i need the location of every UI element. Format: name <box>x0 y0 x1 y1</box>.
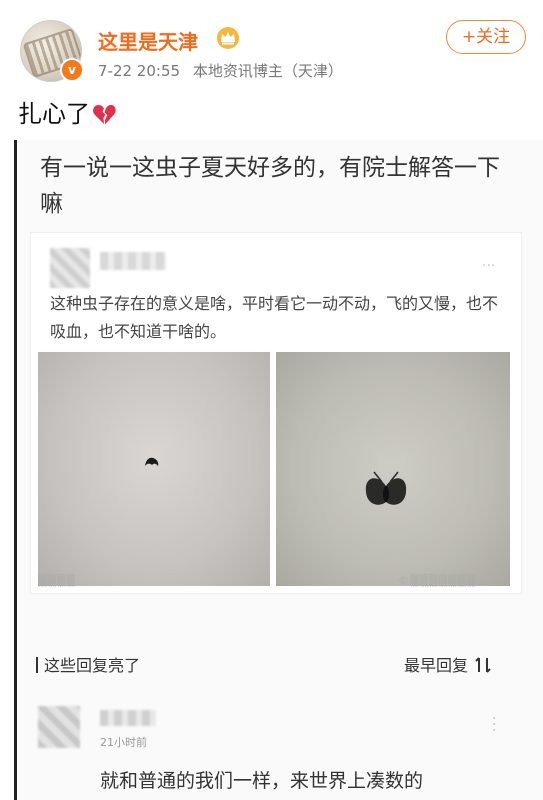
post-text-content: 扎心了 <box>18 100 90 128</box>
sort-button[interactable]: 最早回复 <box>404 652 494 676</box>
comment-more-icon: · · · <box>492 711 497 739</box>
quote-bar <box>14 140 17 800</box>
blurred-username <box>100 252 166 270</box>
username[interactable]: 这里是天津 <box>98 26 198 55</box>
watermark-right: ©▒▒▒▒▒▒▒ <box>398 574 477 587</box>
verified-icon: v <box>60 58 84 82</box>
replies-section-header: 这些回复亮了 <box>36 652 140 676</box>
comment-avatar <box>38 706 80 748</box>
broken-heart-icon <box>93 105 116 125</box>
moth-image <box>365 471 407 505</box>
section-marker <box>36 657 38 673</box>
replies-label: 这些回复亮了 <box>44 656 141 675</box>
post-meta: 7-22 20:55 本地资讯博主（天津） <box>98 60 343 81</box>
crown-icon <box>217 27 239 49</box>
blurred-avatar <box>50 248 90 288</box>
comment-username-blurred <box>100 710 156 726</box>
bug-image-small <box>145 457 159 466</box>
more-icon: ··· <box>482 258 496 274</box>
inner-post-text: 这种虫子存在的意义是啥，平时看它一动不动，飞的又慢，也不吸血，也不知道干啥的。 <box>50 294 499 341</box>
post-time: 7-22 20:55 <box>98 62 181 80</box>
sort-label: 最早回复 <box>404 656 469 675</box>
bug-photo-left <box>38 352 270 586</box>
quoted-title: 有一说一这虫子夏天好多的，有院士解答一下嘛 <box>40 155 500 217</box>
comment-time: 21小时前 <box>100 736 147 749</box>
post-text: 扎心了 <box>18 94 116 129</box>
sort-icon <box>475 657 491 673</box>
comment-text: 就和普通的我们一样，来世界上凑数的 <box>100 770 424 792</box>
post-source: 本地资讯博主（天津） <box>192 62 343 80</box>
watermark-left: ▒▒▒▒ <box>38 574 76 587</box>
follow-button[interactable]: +关注 <box>446 20 526 54</box>
